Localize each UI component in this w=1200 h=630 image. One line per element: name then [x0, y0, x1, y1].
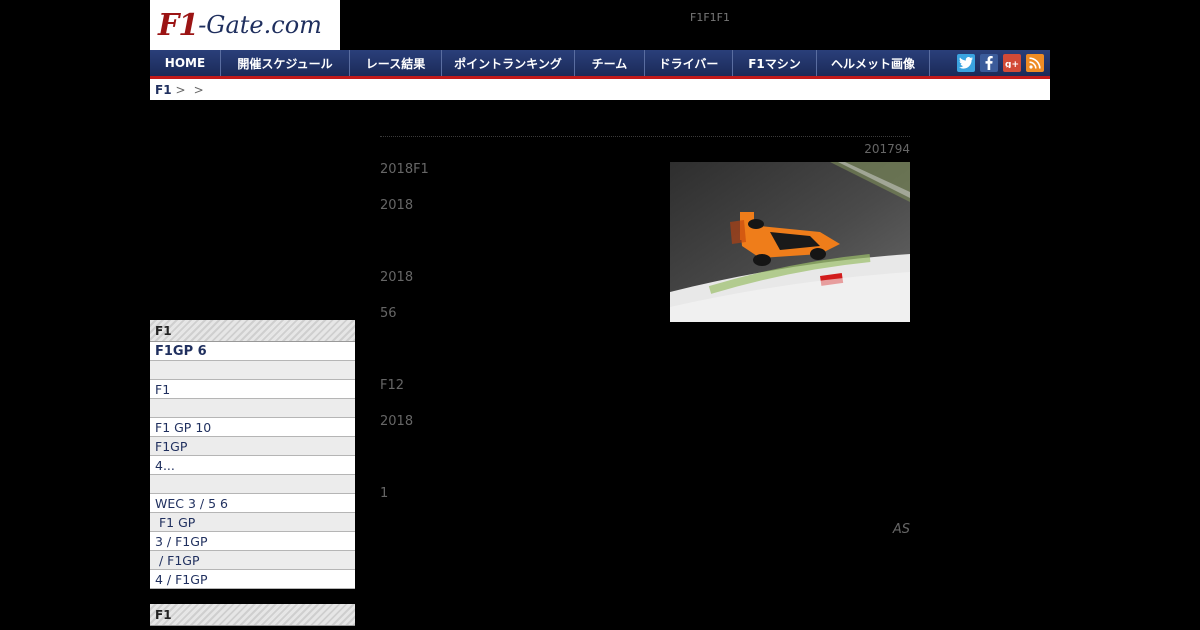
breadcrumb-separator: >	[175, 82, 186, 97]
sidebar-item[interactable]: 3 / F1GP	[150, 532, 355, 551]
nav-machine[interactable]: F1マシン	[733, 50, 817, 76]
sidebar-item[interactable]: F1 GP	[150, 513, 355, 532]
nav-ranking[interactable]: ポイントランキング	[442, 50, 575, 76]
rss-icon[interactable]	[1026, 54, 1044, 72]
article-paragraph: 2018	[380, 198, 414, 213]
sidebar-item[interactable]: 4...	[150, 456, 355, 475]
main-nav: HOME 開催スケジュール レース結果 ポイントランキング チーム ドライバー …	[150, 50, 1050, 79]
logo-f1: F1	[158, 7, 199, 43]
article-photo[interactable]	[670, 162, 910, 322]
article-paragraph: 56	[380, 306, 397, 321]
nav-helmet[interactable]: ヘルメット画像	[817, 50, 930, 76]
nav-schedule[interactable]: 開催スケジュール	[221, 50, 350, 76]
sidebar-item[interactable]: F1GP	[150, 437, 355, 456]
facebook-icon[interactable]	[980, 54, 998, 72]
nav-team[interactable]: チーム	[575, 50, 645, 76]
sidebar-item[interactable]: / F1GP	[150, 551, 355, 570]
article-divider	[380, 136, 910, 137]
sidebar-item[interactable]	[150, 475, 355, 494]
sidebar-list: F1GP 6 F1 F1 GP 10 F1GP 4... WEC 3 / 5 6…	[150, 342, 355, 589]
nav-home[interactable]: HOME	[150, 50, 221, 76]
sidebar-heading: F1	[150, 320, 355, 342]
nav-driver[interactable]: ドライバー	[645, 50, 733, 76]
article-paragraph: F12	[380, 378, 405, 393]
sidebar-item[interactable]: F1GP 6	[150, 342, 355, 361]
breadcrumb-home-link[interactable]: F1	[155, 83, 172, 97]
nav-results[interactable]: レース結果	[350, 50, 442, 76]
article-date: 201794	[864, 142, 910, 156]
sidebar-item[interactable]	[150, 399, 355, 418]
breadcrumb-separator: >	[193, 82, 204, 97]
svg-text:g+: g+	[1005, 60, 1019, 68]
article-paragraph: 2018F1	[380, 162, 429, 177]
article-paragraph: 2018	[380, 270, 414, 285]
social-links: g+	[957, 50, 1050, 76]
sidebar-item[interactable]: F1 GP 10	[150, 418, 355, 437]
site-logo[interactable]: F1 -Gate.com	[150, 0, 340, 50]
site-tagline: F1F1F1	[690, 11, 730, 24]
sidebar: F1 F1GP 6 F1 F1 GP 10 F1GP 4... WEC 3 / …	[150, 320, 355, 626]
sidebar-item[interactable]: F1	[150, 380, 355, 399]
breadcrumb: F1 > >	[150, 79, 1050, 100]
page: F1 -Gate.com F1F1F1 HOME 開催スケジュール レース結果 ポ…	[150, 0, 1050, 630]
sidebar-item[interactable]: 4 / F1GP	[150, 570, 355, 589]
sidebar-item[interactable]	[150, 361, 355, 380]
sidebar-item[interactable]: WEC 3 / 5 6	[150, 494, 355, 513]
twitter-icon[interactable]	[957, 54, 975, 72]
sidebar-heading: F1	[150, 604, 355, 626]
logo-gate: -Gate.com	[198, 11, 322, 39]
photo-credit: AS	[892, 522, 910, 537]
article-paragraph: 1	[380, 486, 389, 501]
article-paragraph: 2018	[380, 414, 414, 429]
google-plus-icon[interactable]: g+	[1003, 54, 1021, 72]
article: 201794 2018F1 2018 2018 56 F12 2018 1 AS	[380, 136, 910, 537]
